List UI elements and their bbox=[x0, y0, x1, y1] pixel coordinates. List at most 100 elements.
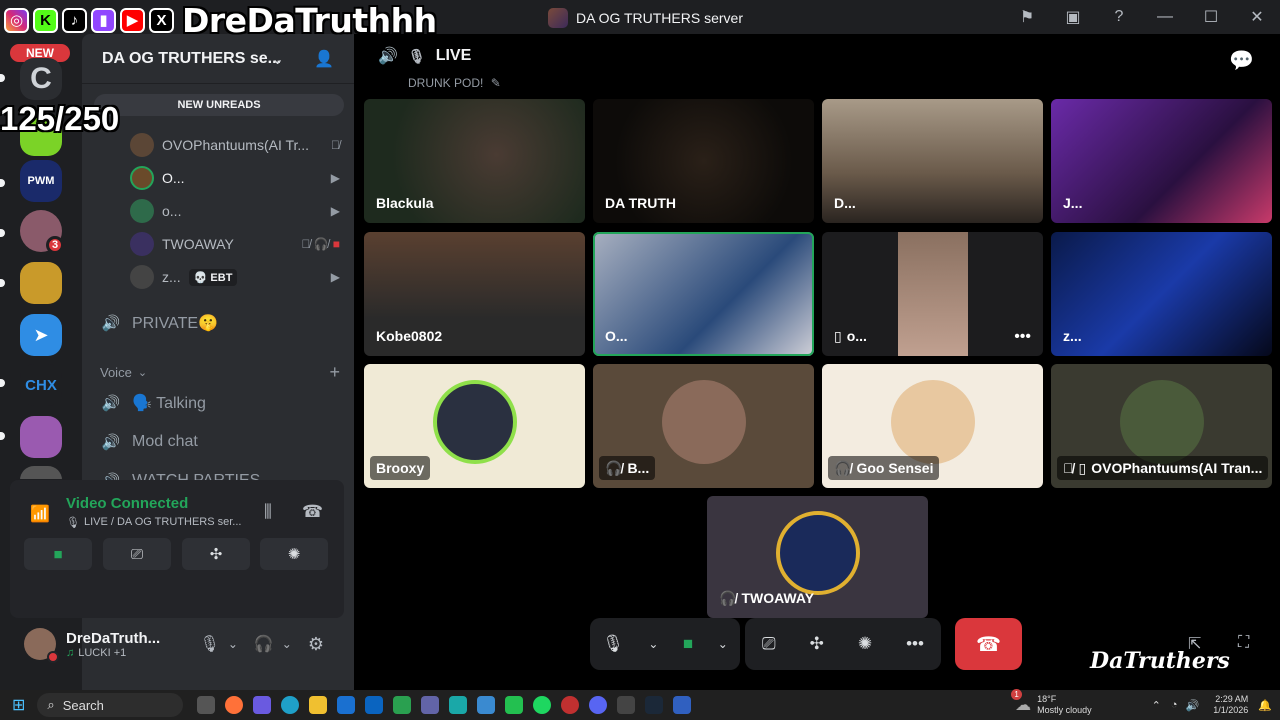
mic-icon[interactable]: 🎙 bbox=[200, 634, 220, 654]
video-icon: ▶ bbox=[330, 204, 340, 218]
invite-people-icon[interactable]: 👤 bbox=[314, 49, 334, 69]
photos-icon[interactable] bbox=[477, 696, 496, 714]
server-header[interactable]: DA OG TRUTHERS se... ⌄ 👤 bbox=[82, 34, 354, 84]
minimize-icon[interactable]: — bbox=[1142, 0, 1188, 34]
server-pwm[interactable]: PWM bbox=[20, 160, 62, 202]
activities-button[interactable]: ✣ bbox=[182, 538, 250, 570]
user-avatar[interactable] bbox=[24, 628, 59, 663]
microphone-icon[interactable]: 🎙 bbox=[602, 634, 624, 654]
server-chx[interactable]: CHX bbox=[20, 364, 62, 406]
vc-status[interactable]: Video Connected bbox=[66, 495, 188, 512]
app-green2-icon[interactable] bbox=[505, 696, 524, 714]
maximize-icon[interactable]: ☐ bbox=[1188, 0, 1234, 34]
screen-share-icon[interactable]: ⎚ bbox=[762, 634, 776, 654]
chevron-down-icon[interactable]: ⌄ bbox=[228, 637, 238, 651]
channel-talking[interactable]: 🔊 🗣️ Talking bbox=[100, 387, 340, 419]
tray-chevron-icon[interactable]: ⌃ bbox=[1152, 699, 1161, 712]
chevron-down-icon[interactable]: ⌄ bbox=[282, 637, 292, 651]
video-tile[interactable]: Kobe0802 bbox=[364, 232, 585, 356]
video-tile[interactable]: J... bbox=[1051, 99, 1272, 223]
soundboard-button[interactable]: ✺ bbox=[260, 538, 328, 570]
app-red-icon[interactable] bbox=[561, 696, 580, 714]
soundboard-icon[interactable]: ✺ bbox=[858, 634, 872, 654]
disconnect-icon[interactable]: ☎ bbox=[302, 502, 323, 522]
chat-bubble-icon[interactable]: 💬 bbox=[1229, 48, 1254, 73]
video-tile-speaking[interactable]: O... bbox=[593, 232, 814, 356]
avatar-tile[interactable]: Brooxy bbox=[364, 364, 585, 488]
weather-widget[interactable]: ☁ 1 18°F Mostly cloudy bbox=[1011, 689, 1092, 716]
camera-icon[interactable]: ■ bbox=[683, 634, 693, 654]
unread-dot bbox=[0, 229, 5, 237]
steam-icon[interactable] bbox=[645, 696, 664, 714]
stage-channel-name: LIVE bbox=[435, 47, 472, 64]
more-options-icon[interactable]: ••• bbox=[906, 634, 924, 654]
video-tile[interactable]: Blackula bbox=[364, 99, 585, 223]
avatar-tile[interactable]: 🎧̸ TWOAWAY bbox=[707, 496, 928, 618]
settings-gear-icon[interactable]: ⚙ bbox=[308, 634, 324, 655]
copilot-icon[interactable] bbox=[253, 696, 272, 714]
headphones-icon[interactable]: 🎧 bbox=[254, 634, 274, 654]
avatar-tile[interactable]: 🎙̸ ▯ OVOPhantuums(AI Tran... bbox=[1051, 364, 1272, 488]
end-call-button[interactable]: ☎ bbox=[955, 618, 1022, 670]
chevron-down-icon[interactable]: ⌄ bbox=[718, 637, 728, 651]
spotify-icon[interactable] bbox=[533, 696, 552, 714]
video-tile[interactable]: DA TRUTH bbox=[593, 99, 814, 223]
chevron-down-icon[interactable]: ⌄ bbox=[648, 637, 658, 651]
server-avatar-dm[interactable]: 3 bbox=[20, 210, 64, 254]
vc-location[interactable]: 🎙 LIVE / DA OG TRUTHERS ser... bbox=[66, 516, 241, 529]
voice-user[interactable]: OVOPhantuums(AI Tr... 🎙̸ bbox=[130, 131, 340, 159]
video-tile[interactable]: D... bbox=[822, 99, 1043, 223]
video-tile[interactable]: z... bbox=[1051, 232, 1272, 356]
server-telegram[interactable]: ➤ bbox=[20, 314, 62, 356]
help-icon[interactable]: ? bbox=[1096, 0, 1142, 34]
video-tile[interactable]: ▯ o... ••• bbox=[822, 232, 1043, 356]
stage-topic[interactable]: DRUNK POD! ✎ bbox=[408, 76, 501, 90]
avatar-tile[interactable]: 🎧̸ Goo Sensei bbox=[822, 364, 1043, 488]
file-explorer-icon[interactable] bbox=[309, 696, 328, 714]
voice-user[interactable]: z... 💀 EBT ▶ bbox=[130, 263, 340, 291]
windows-start-icon[interactable]: ⊞ bbox=[12, 695, 25, 715]
user-info[interactable]: DreDaTruth... ♫ LUCKI +1 bbox=[66, 630, 160, 659]
voice-user[interactable]: O... ▶ bbox=[130, 164, 340, 192]
task-view-icon[interactable] bbox=[197, 696, 216, 714]
server-purple[interactable] bbox=[20, 416, 62, 458]
close-icon[interactable]: ✕ bbox=[1234, 0, 1280, 34]
app-teal-icon[interactable] bbox=[449, 696, 468, 714]
voice-user[interactable]: o... ▶ bbox=[130, 197, 340, 225]
taskbar-search[interactable]: ⌕ Search bbox=[37, 693, 184, 717]
tray-volume-icon[interactable]: 🔊 bbox=[1186, 699, 1200, 712]
notification-bell-icon[interactable]: 🔔 bbox=[1258, 699, 1272, 712]
discord-icon[interactable] bbox=[589, 696, 608, 714]
channel-mod-chat[interactable]: 🔊 Mod chat bbox=[100, 426, 340, 458]
avatar-tile[interactable]: 🎧̸ B... bbox=[593, 364, 814, 488]
video-icon: ▶ bbox=[330, 270, 340, 284]
firefox-icon[interactable] bbox=[225, 696, 244, 714]
camera-button[interactable]: ■ bbox=[24, 538, 92, 570]
screen-share-button[interactable]: ⎚ bbox=[103, 538, 171, 570]
add-channel-icon[interactable]: + bbox=[329, 362, 340, 383]
clock[interactable]: 2:29 AM 1/1/2026 bbox=[1213, 694, 1248, 716]
app-blue-icon[interactable] bbox=[673, 696, 692, 714]
new-unreads-bar[interactable]: NEW UNREADS bbox=[94, 94, 344, 116]
more-options-icon[interactable]: ••• bbox=[1014, 328, 1031, 346]
server-c[interactable]: C bbox=[20, 58, 62, 100]
voice-user[interactable]: TWOAWAY 🎙̸ 🎧̸ ■ bbox=[130, 230, 340, 258]
outlook-icon[interactable] bbox=[365, 696, 384, 714]
inbox-flag-icon[interactable]: ⚑ bbox=[1004, 0, 1050, 34]
inbox-icon[interactable]: ▣ bbox=[1050, 0, 1096, 34]
avatar bbox=[130, 232, 154, 256]
voice-category[interactable]: Voice ⌄ + bbox=[100, 362, 340, 383]
noise-suppression-icon[interactable]: ⫼ bbox=[264, 502, 272, 522]
app-green-icon[interactable] bbox=[393, 696, 412, 714]
edge-icon[interactable] bbox=[281, 696, 300, 714]
fullscreen-icon[interactable]: ⛶ bbox=[1238, 634, 1249, 652]
channel-private[interactable]: 🔊 PRIVATE🤫 bbox=[100, 307, 340, 339]
teams-icon[interactable] bbox=[421, 696, 440, 714]
server-king[interactable] bbox=[20, 262, 62, 304]
store-icon[interactable] bbox=[337, 696, 356, 714]
edit-pencil-icon[interactable]: ✎ bbox=[491, 76, 501, 90]
app-dark-icon[interactable] bbox=[617, 696, 636, 714]
tray-wifi-icon[interactable]: ◔ bbox=[1171, 699, 1178, 711]
participant-name-text: B... bbox=[627, 460, 650, 476]
activities-icon[interactable]: ✣ bbox=[810, 634, 824, 654]
